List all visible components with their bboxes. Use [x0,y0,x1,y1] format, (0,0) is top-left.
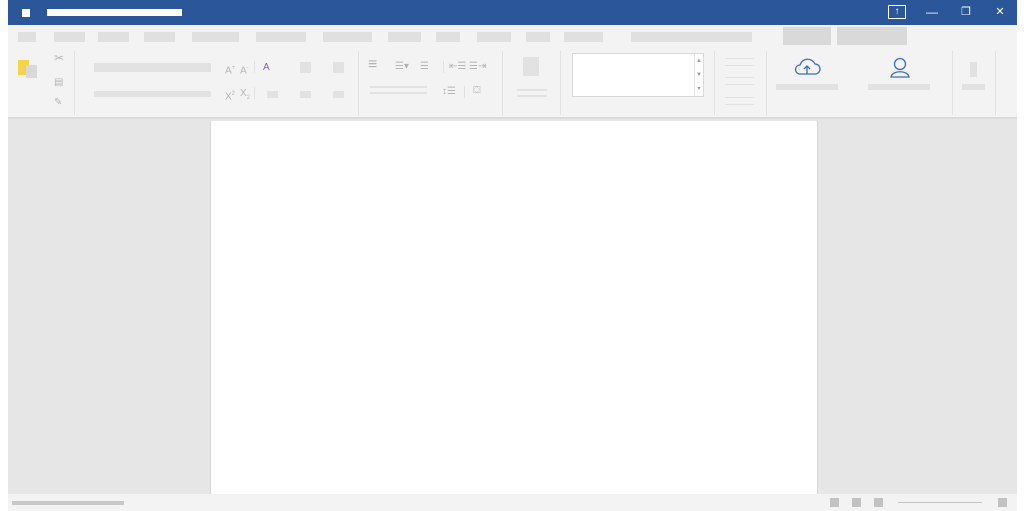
document-page[interactable] [210,121,818,494]
font-size-box[interactable] [94,91,211,97]
web-layout-button[interactable] [874,498,883,507]
divider [443,61,444,73]
tab-view[interactable] [477,32,511,42]
decrease-indent-icon[interactable]: ⇤☰ [449,61,466,73]
bold-button[interactable] [300,91,311,98]
zoom-slider[interactable] [898,502,982,503]
person-icon[interactable] [888,55,912,79]
shading-icon[interactable]: ⛋ [473,85,481,97]
lock-icon[interactable] [523,57,539,76]
tab-file[interactable] [18,32,36,42]
text-effects-button[interactable] [267,91,278,98]
format-painter-icon[interactable]: ✎ [54,97,62,109]
tab-help[interactable] [526,32,550,42]
cut-icon[interactable]: ✂ [54,52,64,64]
tab-design[interactable] [192,32,239,42]
cloud-upload-icon[interactable] [792,56,822,78]
group-divider [74,51,75,115]
document-title-placeholder [47,9,182,16]
tab-references[interactable] [323,32,372,42]
group-divider [714,51,715,115]
numbering-icon[interactable]: ☰▾ [395,61,409,73]
font-color-button[interactable] [300,62,311,73]
shrink-font-icon[interactable]: A- [240,62,249,77]
editing-line [725,58,754,59]
editing-line [725,104,754,105]
paste-document-icon [26,65,37,78]
tab-layout[interactable] [256,32,306,42]
comments-button[interactable] [837,27,907,45]
highlight-button[interactable] [333,62,344,73]
tab-insert[interactable] [98,32,129,42]
page-info-placeholder[interactable] [12,501,124,505]
styles-gallery-scroll[interactable]: ▲ ▼ ▾ [694,54,703,96]
person-label [868,84,930,90]
copy-icon[interactable]: ▤ [54,77,63,89]
more-styles-icon[interactable]: ▾ [695,82,703,96]
word-window: ↑ — ❐ ✕ ✂ ▤ ✎ A+ A- A X2 X2 ≡ ☰▾ ☰ ⇤☰ ☰⇥… [8,0,1017,511]
status-bar [8,494,1017,511]
collapse-ribbon-button[interactable] [970,62,977,77]
grow-font-icon[interactable]: A+ [225,62,235,77]
cloud-label [776,84,838,90]
tell-me-search[interactable] [631,32,752,42]
group-divider [560,51,561,115]
group-divider [358,51,359,115]
minimize-button[interactable]: — [922,0,942,25]
group-divider [766,51,767,115]
ribbon: ✂ ▤ ✎ A+ A- A X2 X2 ≡ ☰▾ ☰ ⇤☰ ☰⇥ ↕☰ ⛋ ▲ … [8,49,1017,119]
multilevel-list-icon[interactable]: ☰ [420,61,429,73]
group-divider [952,51,953,115]
italic-button[interactable] [333,91,344,98]
tab-home[interactable] [54,32,85,42]
styles-gallery[interactable]: ▲ ▼ ▾ [572,53,704,97]
app-icon[interactable] [22,9,30,17]
group-divider [502,51,503,115]
zoom-percent-button[interactable] [998,498,1007,507]
alignment-line [370,92,427,94]
read-mode-button[interactable] [830,498,839,507]
tab-extra[interactable] [564,32,603,42]
chevron-down-icon[interactable]: ▼ [695,68,703,82]
ribbon-tabs [8,25,1017,49]
restore-button[interactable]: ❐ [956,0,976,25]
group-divider [995,51,996,115]
superscript-icon[interactable]: X2 [225,88,235,103]
tab-review[interactable] [436,32,460,42]
clear-formatting-icon[interactable]: A [263,62,270,74]
line-spacing-icon[interactable]: ↕☰ [442,86,456,98]
chevron-up-icon[interactable]: ▲ [695,54,703,68]
subscript-icon[interactable]: X2 [240,88,250,104]
editing-line [725,77,754,78]
share-button[interactable] [783,27,831,45]
editing-line [725,65,754,66]
bullets-icon[interactable]: ≡ [368,57,377,73]
share-upload-icon[interactable]: ↑ [888,5,906,19]
print-layout-button[interactable] [852,498,861,507]
editing-line [725,97,754,98]
editing-line [725,84,754,85]
title-bar: ↑ — ❐ ✕ [8,0,1017,25]
divider [254,61,255,73]
divider [464,86,465,98]
increase-indent-icon[interactable]: ☰⇥ [469,61,486,73]
close-button[interactable]: ✕ [990,0,1010,25]
font-name-box[interactable] [94,63,211,72]
tab-draw[interactable] [144,32,175,42]
divider [254,87,255,99]
lock-label-line [517,89,547,91]
collapse-ribbon-label [962,84,985,90]
alignment-line [370,86,427,88]
tab-mailings[interactable] [388,32,421,42]
lock-label-line [517,95,547,97]
